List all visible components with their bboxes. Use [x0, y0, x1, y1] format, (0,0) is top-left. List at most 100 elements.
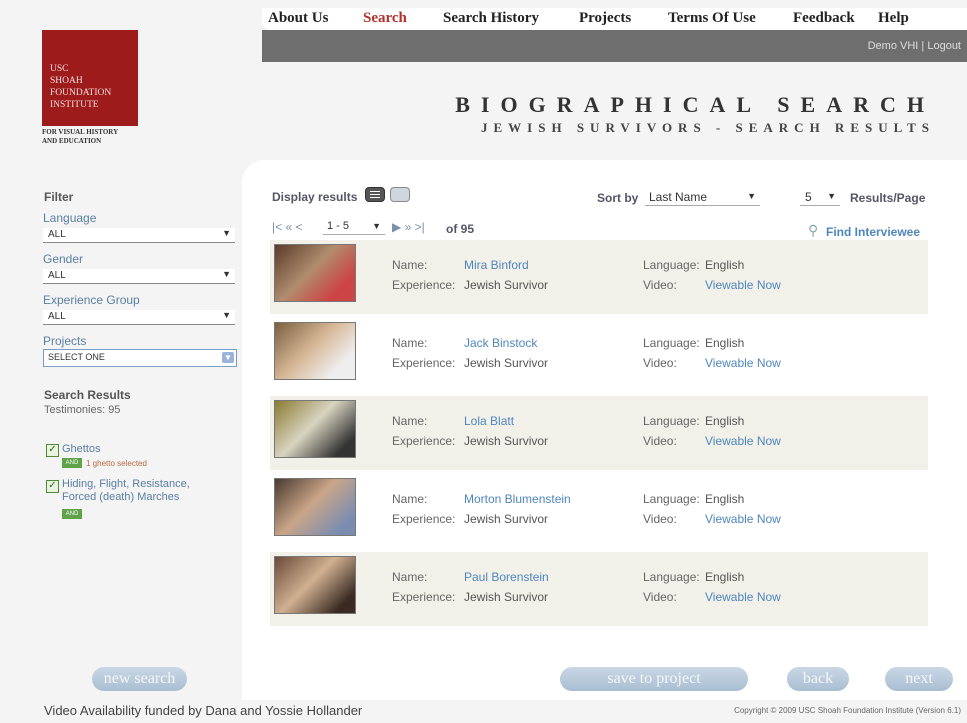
find-interviewee-link[interactable]: Find Interviewee — [826, 225, 920, 239]
nav-search-history[interactable]: Search History — [443, 10, 579, 27]
interviewee-name-link[interactable]: Paul Borenstein — [464, 570, 549, 584]
save-to-project-button[interactable]: save to project — [560, 667, 748, 691]
language-label: Language: — [643, 336, 700, 350]
experience-value: Jewish Survivor — [464, 278, 549, 292]
nav-search[interactable]: Search — [363, 10, 443, 27]
and-tag[interactable]: AND — [62, 509, 82, 519]
testimonies-count: Testimonies: 95 — [44, 404, 121, 416]
ghettos-label[interactable]: Ghettos — [62, 443, 101, 455]
experience-value: Jewish Survivor — [464, 356, 549, 370]
name-label: Name: — [392, 258, 428, 272]
name-label: Name: — [392, 492, 428, 506]
interviewee-thumbnail[interactable] — [274, 400, 356, 458]
next-fast-icon[interactable]: » — [405, 220, 412, 234]
page-title: BIOGRAPHICAL SEARCH — [455, 92, 935, 117]
interviewee-thumbnail[interactable] — [274, 556, 356, 614]
prev-page-icon[interactable]: < — [296, 220, 303, 234]
experience-value: Jewish Survivor — [464, 434, 549, 448]
viewable-now-link[interactable]: Viewable Now — [705, 278, 781, 292]
usc-shoah-logo[interactable]: USC SHOAH FOUNDATION INSTITUTE — [42, 30, 138, 126]
next-button[interactable]: next — [885, 667, 953, 691]
experience-label: Experience: — [392, 512, 456, 526]
back-button[interactable]: back — [787, 667, 849, 691]
hiding-checkbox[interactable]: ✓ — [46, 480, 59, 493]
list-view-icon[interactable] — [365, 187, 385, 202]
language-select[interactable]: ALL ▼ — [43, 228, 235, 243]
projects-label: Projects — [43, 334, 87, 348]
experience-value: Jewish Survivor — [464, 512, 549, 526]
sort-select[interactable]: Last Name ▼ — [645, 189, 760, 206]
experience-group-label: Experience Group — [43, 293, 140, 307]
interviewee-thumbnail[interactable] — [274, 322, 356, 380]
pager-next-last: ▶ » >| — [392, 220, 425, 234]
language-value: English — [705, 258, 745, 272]
result-row[interactable]: Name: Morton Blumenstein Experience: Jew… — [270, 474, 928, 548]
chevron-down-icon: ▼ — [827, 191, 836, 201]
chevron-down-icon: ▼ — [222, 310, 231, 320]
experience-label: Experience: — [392, 356, 456, 370]
copyright: Copyright © 2009 USC Shoah Foundation In… — [734, 706, 961, 715]
nav-help[interactable]: Help — [878, 10, 909, 27]
video-label: Video: — [643, 356, 677, 370]
logout-link[interactable]: Logout — [927, 40, 961, 52]
last-page-icon[interactable]: >| — [415, 220, 425, 234]
chevron-down-icon: ▼ — [222, 269, 231, 279]
interviewee-thumbnail[interactable] — [274, 478, 356, 536]
search-results-heading: Search Results — [44, 388, 131, 402]
gender-label: Gender — [43, 252, 84, 266]
user-links: Demo VHI | Logout — [868, 40, 961, 52]
chevron-down-icon: ▼ — [372, 221, 381, 231]
viewable-now-link[interactable]: Viewable Now — [705, 356, 781, 370]
viewable-now-link[interactable]: Viewable Now — [705, 590, 781, 604]
sort-by-label: Sort by — [597, 191, 639, 205]
grid-view-icon[interactable] — [390, 187, 410, 202]
result-row[interactable]: Name: Mira Binford Experience: Jewish Su… — [270, 240, 928, 314]
experience-group-select[interactable]: ALL ▼ — [43, 310, 235, 325]
logo-line: FOUNDATION — [50, 88, 112, 98]
experience-label: Experience: — [392, 278, 456, 292]
gender-select[interactable]: ALL ▼ — [43, 269, 235, 284]
first-page-icon[interactable]: |< — [272, 220, 282, 234]
chevron-down-icon: ▼ — [747, 191, 756, 201]
chevron-down-icon: ▼ — [222, 352, 234, 363]
hiding-label[interactable]: Hiding, Flight, Resistance, Forced (deat… — [62, 478, 212, 504]
ghetto-selected-note: 1 ghetto selected — [86, 459, 147, 468]
interviewee-name-link[interactable]: Jack Binstock — [464, 336, 537, 350]
new-search-button[interactable]: new search — [92, 667, 187, 691]
page-range-select[interactable]: 1 - 5 ▼ — [323, 219, 385, 235]
viewable-now-link[interactable]: Viewable Now — [705, 512, 781, 526]
experience-value: Jewish Survivor — [464, 590, 549, 604]
nav-terms-of-use[interactable]: Terms Of Use — [668, 10, 793, 27]
result-row[interactable]: Name: Lola Blatt Experience: Jewish Surv… — [270, 396, 928, 470]
result-row[interactable]: Name: Paul Borenstein Experience: Jewish… — [270, 552, 928, 626]
prev-fast-icon[interactable]: « — [285, 220, 292, 234]
experience-label: Experience: — [392, 590, 456, 604]
next-page-icon[interactable]: ▶ — [392, 220, 401, 234]
projects-select[interactable]: SELECT ONE ▼ — [43, 349, 237, 367]
filter-heading: Filter — [44, 190, 74, 204]
ghettos-checkbox[interactable]: ✓ — [46, 444, 59, 457]
language-label: Language: — [643, 570, 700, 584]
logo-line: SHOAH — [50, 76, 83, 86]
interviewee-name-link[interactable]: Morton Blumenstein — [464, 492, 571, 506]
interviewee-thumbnail[interactable] — [274, 244, 356, 302]
interviewee-name-link[interactable]: Lola Blatt — [464, 414, 514, 428]
name-label: Name: — [392, 336, 428, 350]
name-label: Name: — [392, 570, 428, 584]
display-results-label: Display results — [272, 190, 358, 204]
results-per-page-select[interactable]: 5 ▼ — [800, 189, 840, 206]
user-name: Demo VHI — [867, 40, 919, 52]
language-label: Language: — [643, 258, 700, 272]
magnifier-icon[interactable]: ⚲ — [808, 222, 818, 239]
interviewee-name-link[interactable]: Mira Binford — [464, 258, 529, 272]
nav-feedback[interactable]: Feedback — [793, 10, 878, 27]
result-row[interactable]: Name: Jack Binstock Experience: Jewish S… — [270, 318, 928, 392]
nav-projects[interactable]: Projects — [579, 10, 668, 27]
video-label: Video: — [643, 278, 677, 292]
main-nav: About Us Search Search History Projects … — [268, 10, 909, 27]
and-tag[interactable]: AND — [62, 458, 82, 468]
viewable-now-link[interactable]: Viewable Now — [705, 434, 781, 448]
pager-first-prev: |< « < — [272, 220, 303, 234]
nav-about-us[interactable]: About Us — [268, 10, 363, 27]
name-label: Name: — [392, 414, 428, 428]
